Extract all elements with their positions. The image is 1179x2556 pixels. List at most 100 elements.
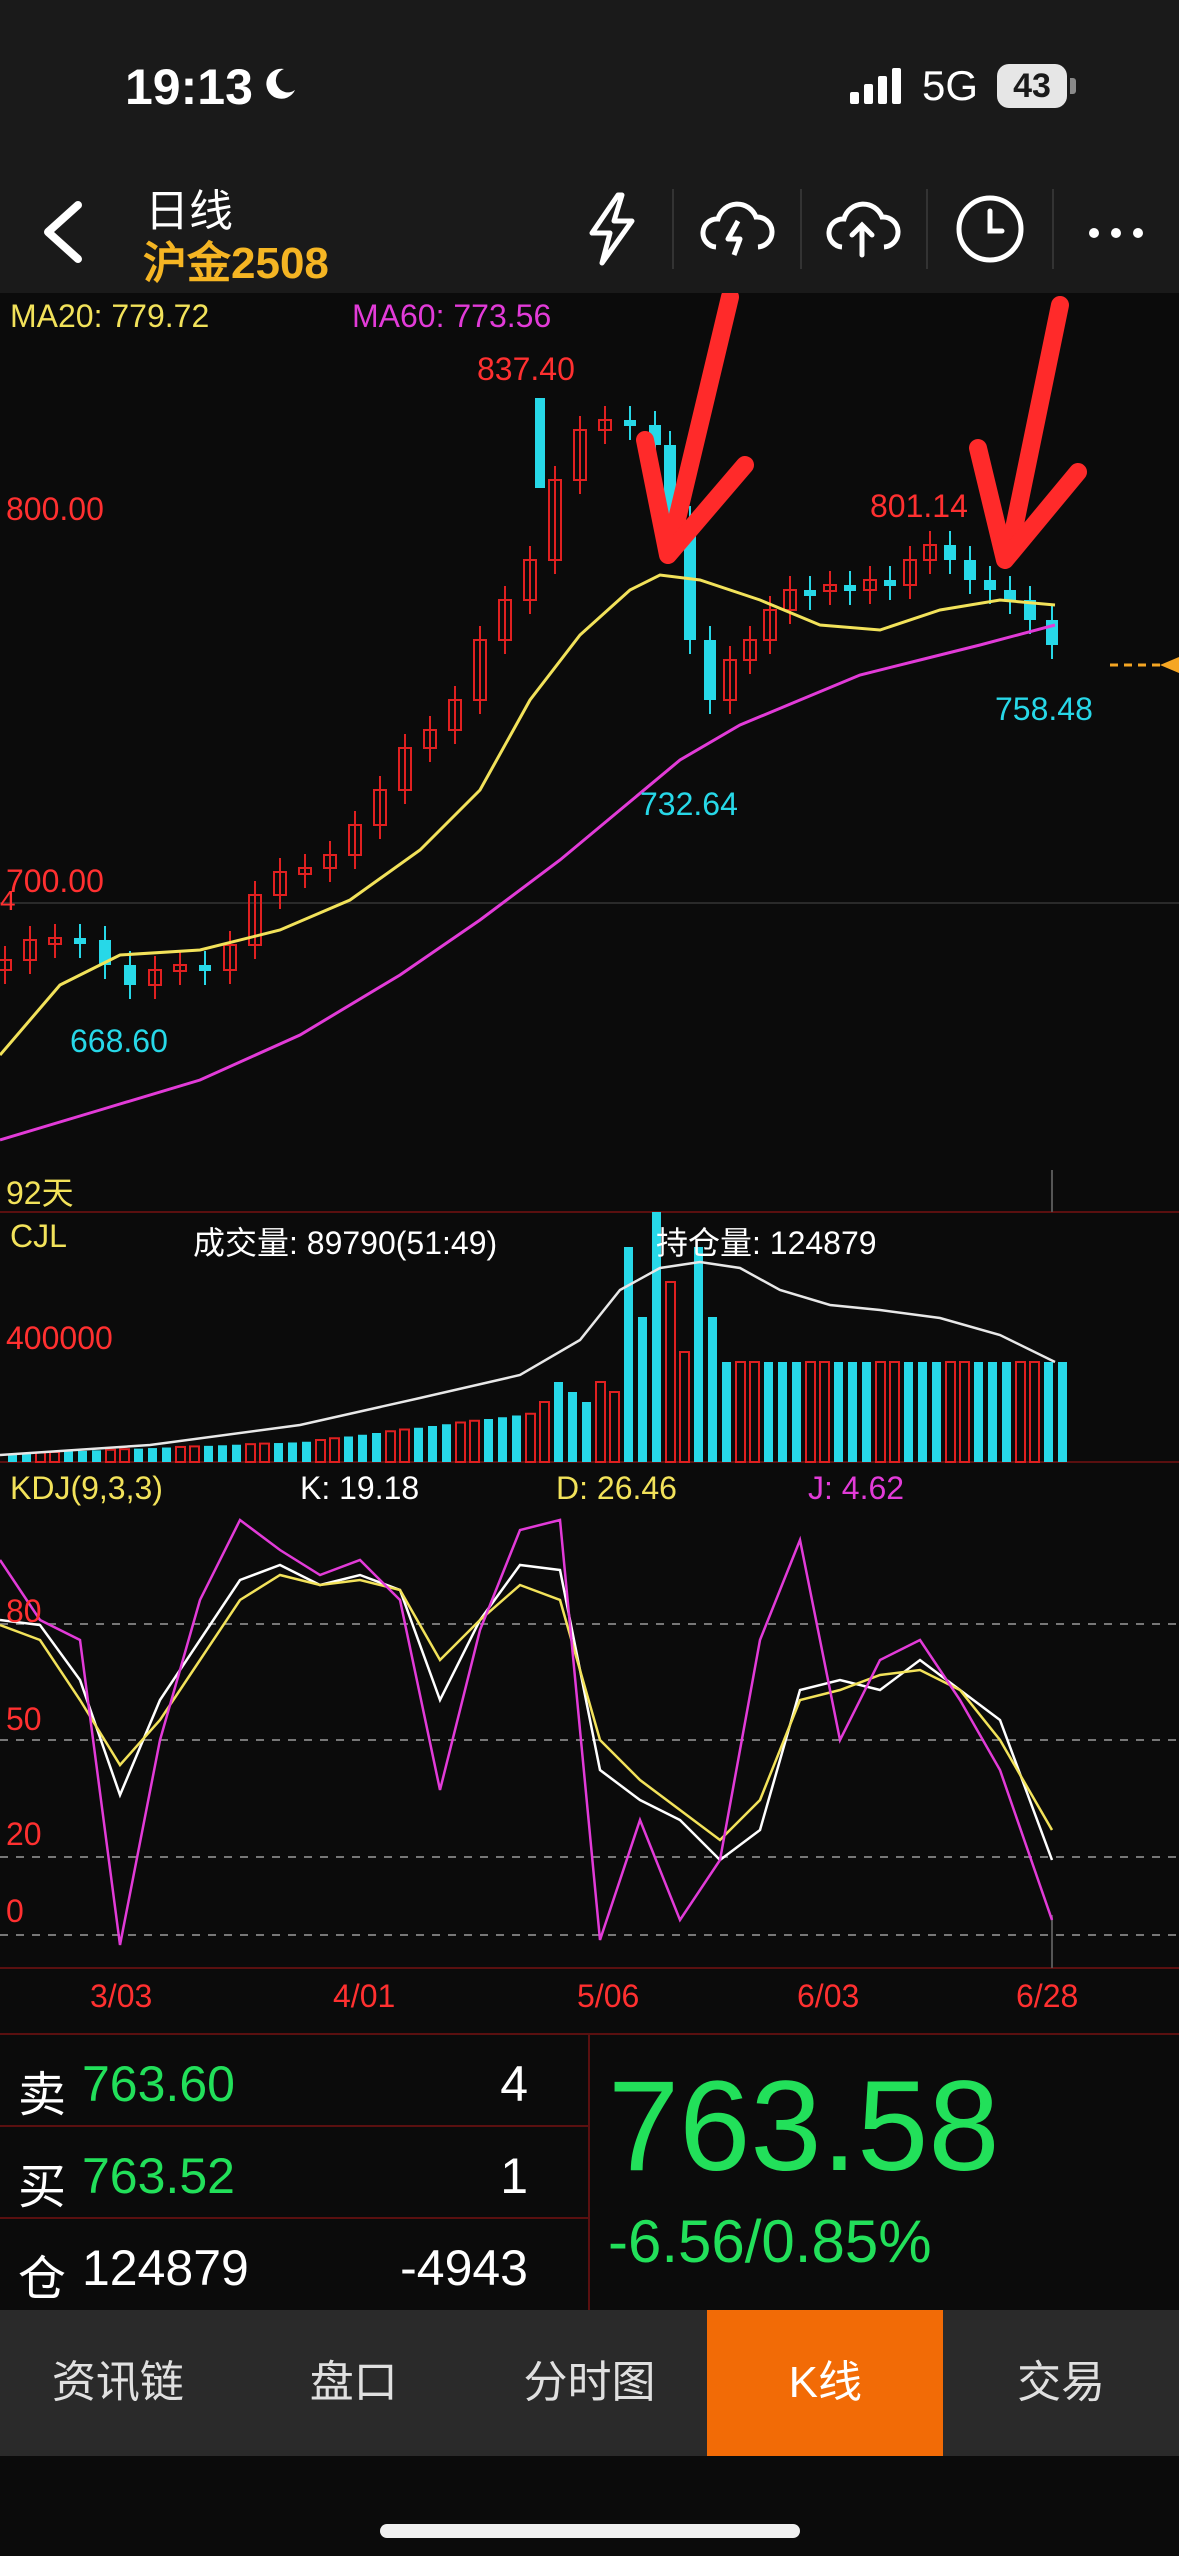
edge-label: 4 xyxy=(0,885,16,916)
price-change: -6.56/0.85% xyxy=(608,2208,932,2275)
arrow-annotation-2 xyxy=(969,296,1087,569)
volume-bar xyxy=(595,1381,606,1463)
axis-700-label: 700.00 xyxy=(6,863,104,899)
volume-bar xyxy=(525,1412,536,1463)
volume-bar xyxy=(638,1317,647,1462)
lightning-icon[interactable] xyxy=(572,189,652,269)
candle-body xyxy=(704,640,716,700)
tab-orderbook[interactable]: 盘口 xyxy=(236,2310,472,2456)
battery-cap xyxy=(1070,78,1076,94)
volume-bar xyxy=(889,1361,900,1463)
sell-qty: 4 xyxy=(500,2056,528,2112)
tab-news[interactable]: 资讯链 xyxy=(0,2310,236,2456)
volume-bar xyxy=(148,1448,157,1462)
divider xyxy=(588,2035,590,2312)
sell-price: 763.60 xyxy=(82,2056,235,2112)
open-interest-line xyxy=(0,1260,1056,1457)
home-indicator[interactable] xyxy=(380,2524,800,2538)
tab-trade[interactable]: 交易 xyxy=(943,2310,1179,2456)
volume-bar xyxy=(665,1281,676,1463)
volume-bar xyxy=(372,1433,381,1462)
volume-bar xyxy=(749,1361,760,1463)
volume-bar xyxy=(245,1443,256,1464)
candle-body xyxy=(1004,590,1016,600)
volume-bar xyxy=(344,1436,353,1462)
cloud-lightning-icon[interactable] xyxy=(696,189,776,269)
volume-bar xyxy=(568,1392,577,1462)
kdj-d-label: D: 26.46 xyxy=(556,1470,677,1506)
volume-bar xyxy=(274,1443,283,1462)
cloud-upload-icon[interactable] xyxy=(822,189,902,269)
volume-bar xyxy=(918,1362,927,1462)
volume-bar xyxy=(974,1362,983,1462)
volume-bar xyxy=(554,1382,563,1462)
kdj-j-label: J: 4.62 xyxy=(808,1470,905,1506)
volume-bar xyxy=(834,1362,843,1462)
volume-bar xyxy=(512,1415,521,1462)
oi-label: 仓 xyxy=(18,2253,67,2306)
candle-body xyxy=(199,965,211,971)
volume-bar xyxy=(288,1442,297,1462)
status-bar: 19:13 5G 43 xyxy=(0,0,1179,175)
volume-bar xyxy=(259,1442,270,1463)
candle-body xyxy=(624,420,636,426)
low2-price-label: 668.60 xyxy=(70,1023,168,1059)
header-bar: 日线 沪金2508 xyxy=(0,175,1179,293)
volume-bar xyxy=(175,1445,186,1463)
candle-body xyxy=(804,590,816,596)
volume-bar xyxy=(414,1427,423,1462)
kline-chart-area[interactable]: MA20: 779.72 MA60: 773.56 837.40 800.00 … xyxy=(0,293,1179,2033)
volume-bar xyxy=(875,1361,886,1463)
ma20-line xyxy=(0,573,1056,1056)
candle-body xyxy=(984,580,996,590)
volume-bar xyxy=(64,1451,73,1462)
volume-bar xyxy=(218,1445,227,1462)
volume-bar xyxy=(134,1448,143,1462)
volume-bar xyxy=(805,1361,816,1463)
volume-bar xyxy=(105,1448,116,1464)
oi-value: 124879 xyxy=(82,2240,249,2296)
volume-bar xyxy=(1058,1362,1067,1462)
date-label: 6/28 xyxy=(1016,1978,1079,2014)
volume-bar xyxy=(455,1421,466,1463)
last-price: 763.58 xyxy=(608,2055,1000,2198)
buy-price: 763.52 xyxy=(82,2148,235,2204)
volume-bar xyxy=(945,1361,956,1463)
battery-icon: 43 xyxy=(997,64,1067,108)
candle-body xyxy=(1046,620,1058,645)
ma60-label: MA60: 773.56 xyxy=(352,298,552,334)
open-interest-row: 仓 124879 -4943 xyxy=(0,2219,588,2311)
axis-800-label: 800.00 xyxy=(6,491,104,527)
volume-bar xyxy=(582,1402,591,1462)
volume-title: CJL xyxy=(10,1218,67,1254)
sell-row[interactable]: 卖 763.60 4 xyxy=(0,2035,588,2127)
volume-bar xyxy=(624,1247,633,1462)
volume-bar xyxy=(189,1445,200,1464)
more-icon[interactable] xyxy=(1076,189,1156,269)
tab-intraday[interactable]: 分时图 xyxy=(472,2310,708,2456)
candle-body xyxy=(884,580,896,586)
kline-chart-svg[interactable] xyxy=(0,293,1179,2033)
volume-bar xyxy=(302,1441,311,1462)
volume-bar xyxy=(539,1401,550,1463)
volume-bar xyxy=(988,1362,997,1462)
buy-row[interactable]: 买 763.52 1 xyxy=(0,2127,588,2219)
volume-bar xyxy=(819,1361,830,1463)
volume-bar xyxy=(399,1428,410,1463)
volume-bar xyxy=(764,1362,773,1462)
volume-bar xyxy=(722,1362,731,1462)
sell-label: 卖 xyxy=(18,2069,67,2122)
volume-bar xyxy=(735,1361,746,1463)
volume-bar xyxy=(792,1362,801,1462)
tab-kline[interactable]: K线 xyxy=(707,2310,944,2456)
back-arrow-icon[interactable] xyxy=(30,197,100,267)
kdj-k-label: K: 19.18 xyxy=(300,1470,420,1506)
volume-bar xyxy=(778,1362,787,1462)
kdj-level-20: 20 xyxy=(6,1816,42,1852)
kdj-level-80: 80 xyxy=(6,1593,42,1629)
volume-bar xyxy=(35,1451,46,1464)
volume-bar xyxy=(469,1419,480,1463)
volume-bar xyxy=(428,1426,437,1462)
contract-symbol[interactable]: 沪金2508 xyxy=(143,227,329,291)
clock-icon[interactable] xyxy=(950,189,1030,269)
